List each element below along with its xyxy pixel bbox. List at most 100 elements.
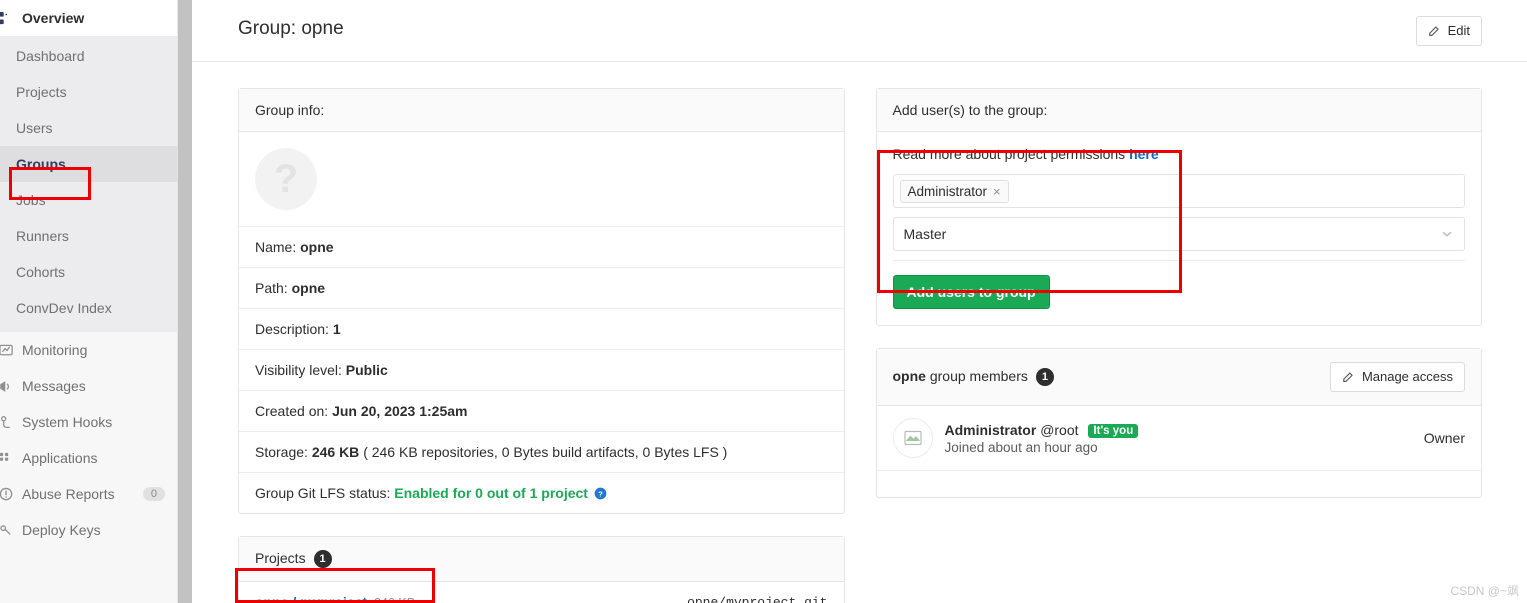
permissions-note-text: Read more about project permissions [892, 146, 1130, 162]
sidebar-item-label: Messages [22, 378, 86, 394]
pencil-icon [1428, 24, 1442, 38]
project-row: opne / myproject 246 KB opne/myproject.gi… [239, 582, 844, 603]
member-joined: Joined about an hour ago [944, 439, 1098, 455]
user-select-input[interactable]: Administrator × [892, 174, 1465, 208]
sidebar-item-label: Abuse Reports [22, 486, 115, 502]
sidebar-item-overview[interactable]: Overview [0, 0, 177, 36]
lfs-label: Group Git LFS status: [255, 485, 391, 501]
chevron-down-icon [1440, 227, 1454, 241]
sidebar-item-projects[interactable]: Projects [0, 74, 177, 110]
sidebar-item-dashboard[interactable]: Dashboard [0, 38, 177, 74]
its-you-badge: It's you [1088, 423, 1139, 438]
sidebar-badge-abuse-reports: 0 [142, 487, 165, 501]
group-info-row-visibility: Visibility level: Public [239, 350, 844, 391]
permissions-here-link[interactable]: here [1129, 146, 1159, 162]
project-link[interactable]: opne / myproject [255, 594, 367, 603]
access-level-value: Master [903, 226, 947, 242]
sidebar-item-cohorts[interactable]: Cohorts [0, 254, 177, 290]
add-users-form: Read more about project permissions here… [877, 132, 1482, 325]
group-info-header: Group info: [239, 89, 844, 132]
project-size: 246 KB [374, 596, 416, 603]
edit-button-label: Edit [1447, 22, 1470, 38]
svg-text:?: ? [598, 489, 603, 498]
sidebar-subitem-label: Jobs [16, 192, 46, 208]
edit-button[interactable]: Edit [1415, 15, 1482, 46]
projects-header: Projects 1 [239, 537, 844, 582]
projects-card: Projects 1 opne / myproject 246 KB opne/my… [238, 536, 845, 603]
sidebar-item-users[interactable]: Users [0, 110, 177, 146]
add-users-header: Add user(s) to the group: [876, 89, 1481, 132]
group-info-row-lfs: Group Git LFS status: Enabled for 0 out … [239, 473, 844, 513]
projects-title-label: Projects [255, 550, 306, 566]
member-handle: @root [1040, 421, 1079, 438]
monitoring-icon [0, 342, 14, 358]
page-header: Group: opne Edit [192, 0, 1527, 62]
add-users-title: Add user(s) to the group: [892, 102, 1048, 118]
group-members-title: opne group members 1 [893, 368, 1330, 386]
sidebar-item-runners[interactable]: Runners [0, 218, 177, 254]
member-name-line: Administrator @root It's you [945, 422, 1424, 438]
storage-value: 246 KB [311, 444, 360, 460]
add-users-to-group-button[interactable]: Add users to group [892, 275, 1050, 309]
page-title: Group: opne [238, 17, 344, 39]
member-role: Owner [1423, 430, 1465, 446]
selected-user-token: Administrator × [899, 179, 1009, 203]
sidebar-item-deploy-keys[interactable]: Deploy Keys [0, 512, 177, 548]
project-row-left: opne / myproject 246 KB [255, 594, 687, 603]
admin-sidebar: Overview Dashboard Projects Users Groups… [0, 0, 178, 603]
sidebar-item-label: Applications [22, 450, 98, 466]
sidebar-item-system-hooks[interactable]: System Hooks [0, 404, 177, 440]
sidebar-item-jobs[interactable]: Jobs [0, 182, 177, 218]
abuse-reports-icon [0, 486, 14, 502]
content-columns: Group info: ? Name: opne Path: opne Desc [192, 62, 1527, 603]
members-group-name: opne [892, 368, 926, 384]
group-info-row-description: Description: 1 [239, 309, 844, 350]
sidebar-item-messages[interactable]: Messages [0, 368, 177, 404]
permissions-note: Read more about project permissions here [893, 146, 1466, 162]
pencil-icon [1342, 370, 1356, 384]
sidebar-item-convdev-index[interactable]: ConvDev Index [0, 290, 177, 326]
group-info-card: Group info: ? Name: opne Path: opne Desc [238, 88, 845, 514]
token-remove-icon[interactable]: × [993, 184, 1001, 199]
group-info-title: Group info: [255, 102, 325, 118]
member-display-name: Administrator [944, 421, 1037, 438]
sidebar-item-abuse-reports[interactable]: Abuse Reports 0 [0, 476, 177, 512]
row-label: Visibility level: [255, 362, 342, 378]
row-value: Public [345, 362, 388, 378]
sidebar-subitem-label: Groups [16, 156, 66, 172]
row-label: Description: [255, 321, 329, 337]
group-avatar-row: ? [239, 132, 844, 227]
sidebar-item-groups[interactable]: Groups [0, 146, 177, 182]
help-circle-icon[interactable]: ? [594, 487, 607, 500]
sidebar-subitem-label: Cohorts [16, 264, 66, 280]
group-info-row-created: Created on: Jun 20, 2023 1:25am [239, 391, 844, 432]
group-members-header: opne group members 1 Manage access [876, 349, 1481, 406]
sidebar-item-label: Monitoring [22, 342, 88, 358]
deploy-keys-icon [0, 522, 14, 538]
sidebar-scrollbar[interactable] [178, 0, 192, 603]
sidebar-item-label: Deploy Keys [22, 522, 101, 538]
avatar [892, 418, 933, 458]
row-value: 1 [332, 321, 341, 337]
add-users-card: Add user(s) to the group: Read more abou… [875, 88, 1482, 326]
storage-label: Storage: [255, 444, 308, 460]
token-label: Administrator [907, 183, 988, 199]
manage-access-button[interactable]: Manage access [1329, 362, 1465, 392]
access-level-select[interactable]: Master [892, 217, 1465, 251]
row-value: opne [300, 239, 334, 255]
sidebar-subitem-label: ConvDev Index [16, 300, 112, 316]
row-label: Path: [255, 280, 288, 296]
storage-detail: ( 246 KB repositories, 0 Bytes build art… [363, 444, 728, 460]
sidebar-item-monitoring[interactable]: Monitoring [0, 332, 177, 368]
lfs-value: Enabled for 0 out of 1 project [394, 485, 588, 501]
left-column: Group info: ? Name: opne Path: opne Desc [238, 88, 845, 603]
row-label: Created on: [255, 403, 329, 419]
group-members-card: opne group members 1 Manage access Admin… [875, 348, 1482, 498]
sidebar-subitem-label: Dashboard [16, 48, 85, 64]
applications-icon [0, 450, 14, 466]
project-git-path: opne/myproject.git [687, 594, 828, 603]
sidebar-subitem-label: Projects [16, 84, 67, 100]
sidebar-item-applications[interactable]: Applications [0, 440, 177, 476]
members-card-footer [877, 471, 1482, 497]
app-root: Overview Dashboard Projects Users Groups… [0, 0, 1527, 603]
